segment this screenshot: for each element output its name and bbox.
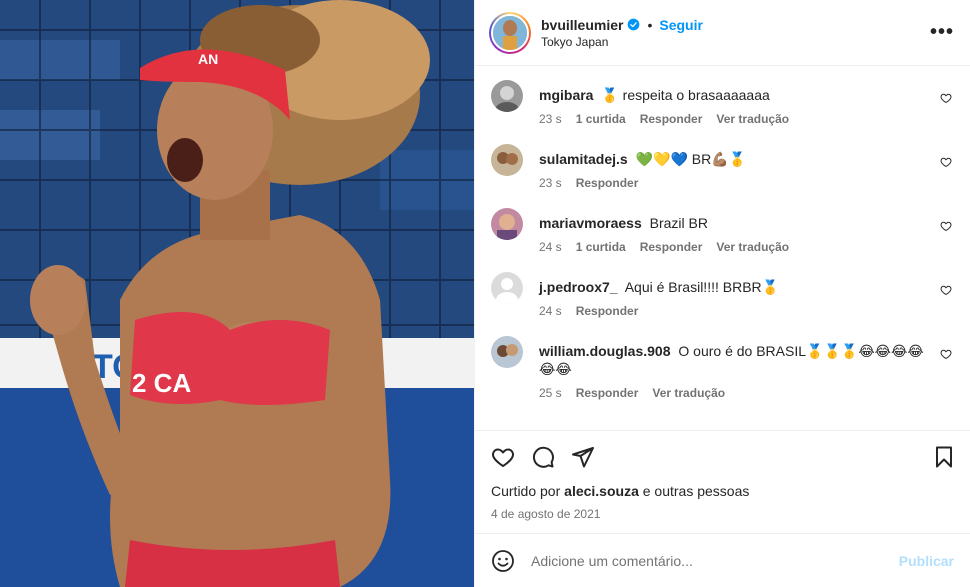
comment-bubble-icon[interactable] [531,445,555,469]
comment-time: 23 s [539,176,562,190]
add-comment-bar: Publicar [475,533,970,587]
like-comment-heart-icon[interactable] [940,92,952,104]
instagram-post-modal: TO AN 2 CA bvuilleumier • Seguir Tokyo J… [0,0,970,587]
comment-likes[interactable]: 1 curtida [576,240,626,254]
separator-dot: • [647,16,653,33]
action-bar [475,431,970,483]
commenter-avatar[interactable] [491,336,523,368]
reply-button[interactable]: Responder [640,112,703,126]
comment-time: 24 s [539,304,562,318]
comment-input[interactable] [531,552,899,569]
comment-time: 25 s [539,386,562,400]
share-paper-plane-icon[interactable] [571,445,595,469]
post-footer: Curtido por aleci.souza e outras pessoas… [475,430,970,587]
save-bookmark-icon[interactable] [932,445,956,469]
post-date[interactable]: 4 de agosto de 2021 [475,507,970,521]
commenter-avatar[interactable] [491,208,523,240]
comment-item: william.douglas.908 O ouro é do BRASIL🥇🥇… [491,336,954,400]
comments-list: mgibara 🥇 respeita o brasaaaaaaa 23 s 1 … [475,66,970,430]
comment-username[interactable]: william.douglas.908 [539,343,671,359]
post-photo[interactable]: TO AN 2 CA [0,0,474,587]
reply-button[interactable]: Responder [576,304,639,318]
reply-button[interactable]: Responder [576,386,639,400]
comment-username[interactable]: mariavmoraess [539,215,642,231]
author-avatar[interactable] [489,11,531,54]
comment-time: 24 s [539,240,562,254]
comment-item: mariavmoraess Brazil BR 24 s 1 curtida R… [491,208,954,254]
like-comment-heart-icon[interactable] [940,156,952,168]
comment-item: mgibara 🥇 respeita o brasaaaaaaa 23 s 1 … [491,80,954,126]
author-avatar-image [493,15,527,50]
comment-text: Aqui é Brasil!!!! BRBR🥇 [624,279,780,295]
see-translation-button[interactable]: Ver tradução [716,240,789,254]
liked-by-prefix: Curtido por [491,483,561,499]
publish-button[interactable]: Publicar [899,553,954,569]
comment-username[interactable]: j.pedroox7_ [539,279,618,295]
more-options-icon[interactable]: ••• [930,22,954,42]
like-comment-heart-icon[interactable] [940,348,952,360]
like-comment-heart-icon[interactable] [940,284,952,296]
emoji-picker-icon[interactable] [491,549,515,573]
comment-item: sulamitadej.s 💚💛💙 BR💪🏽🥇 23 s Responder [491,144,954,190]
likes-summary: Curtido por aleci.souza e outras pessoas [475,483,970,499]
liked-by-user[interactable]: aleci.souza [564,483,639,499]
post-photo-illustration: TO AN 2 CA [0,0,474,587]
comment-text: 🥇 respeita o brasaaaaaaa [601,87,770,103]
comment-text: 💚💛💙 BR💪🏽🥇 [635,151,747,167]
comment-username[interactable]: mgibara [539,87,593,103]
commenter-avatar[interactable] [491,144,523,176]
verified-badge-icon [628,18,640,31]
post-header: bvuilleumier • Seguir Tokyo Japan ••• [475,0,970,66]
comment-username[interactable]: sulamitadej.s [539,151,628,167]
like-heart-icon[interactable] [491,445,515,469]
commenter-avatar[interactable] [491,80,523,112]
follow-button[interactable]: Seguir [659,17,703,33]
like-comment-heart-icon[interactable] [940,220,952,232]
comment-time: 23 s [539,112,562,126]
liked-by-suffix[interactable]: e outras pessoas [643,483,750,499]
see-translation-button[interactable]: Ver tradução [652,386,725,400]
comment-text: Brazil BR [649,215,708,231]
comment-item: j.pedroox7_ Aqui é Brasil!!!! BRBR🥇 24 s… [491,272,954,318]
reply-button[interactable]: Responder [640,240,703,254]
post-side-panel: bvuilleumier • Seguir Tokyo Japan ••• mg… [474,0,970,587]
author-username[interactable]: bvuilleumier [541,17,623,33]
comment-likes[interactable]: 1 curtida [576,112,626,126]
visor-text: AN [198,51,218,67]
commenter-avatar[interactable] [491,272,523,304]
post-location[interactable]: Tokyo Japan [541,35,703,49]
see-translation-button[interactable]: Ver tradução [716,112,789,126]
jersey-text: 2 CA [132,368,191,398]
reply-button[interactable]: Responder [576,176,639,190]
